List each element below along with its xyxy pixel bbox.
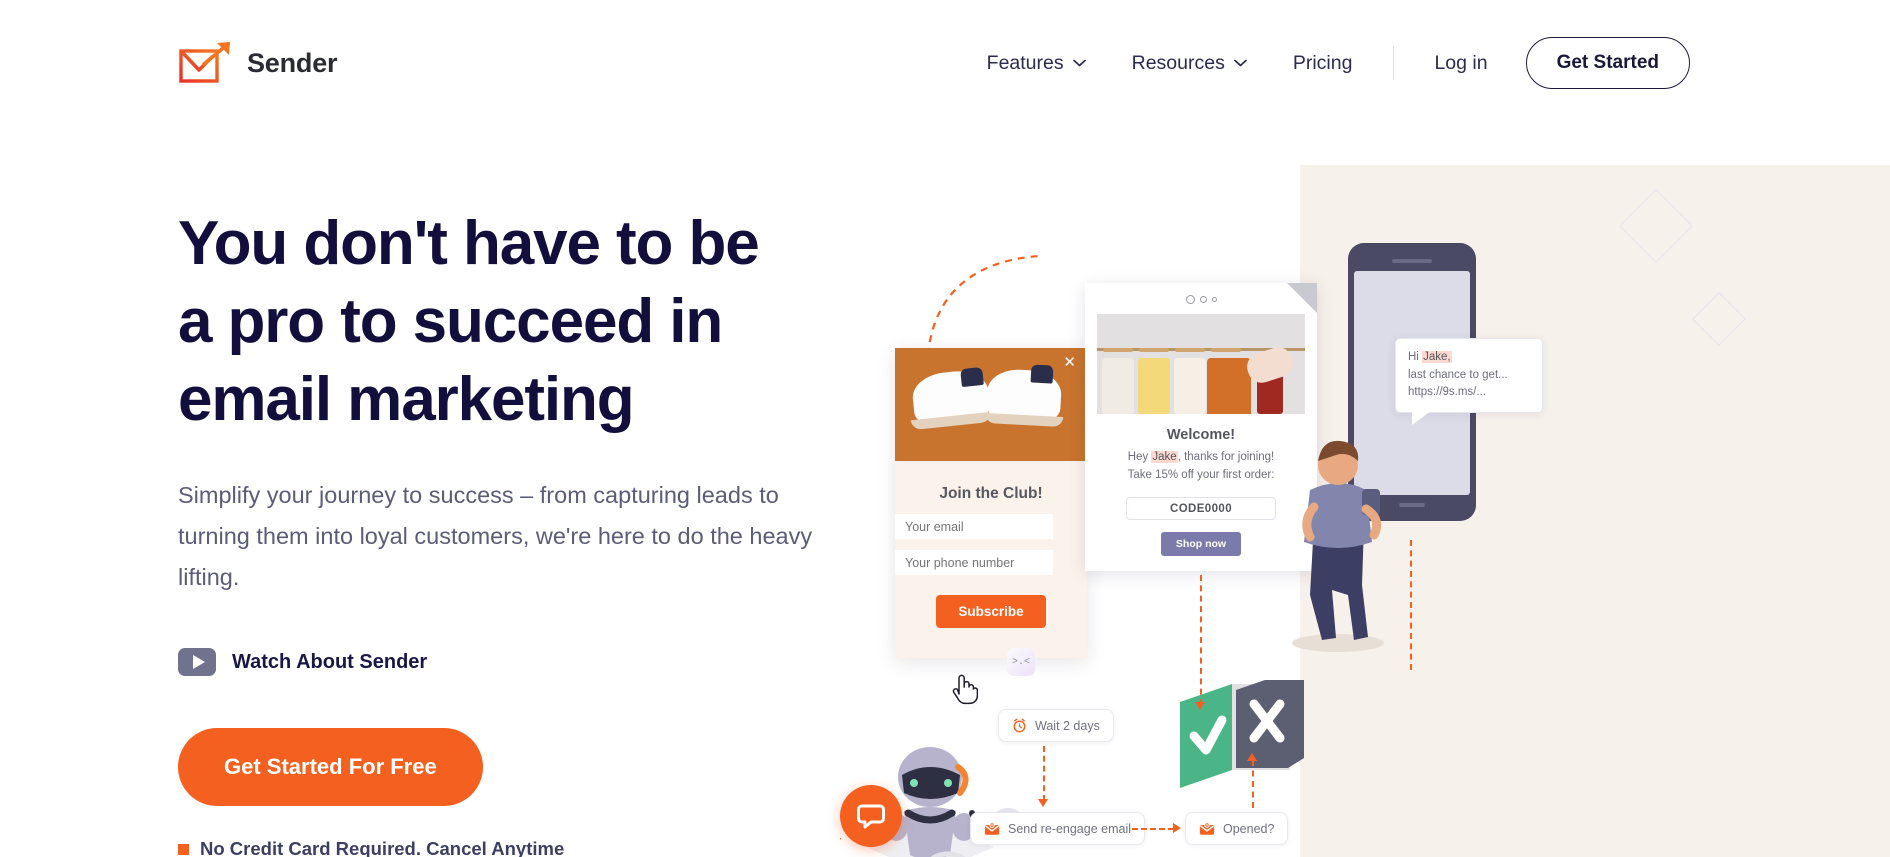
chevron-down-icon — [1072, 59, 1086, 67]
workflow-node-wait[interactable]: Wait 2 days — [998, 709, 1114, 742]
workflow-opened-label: Opened? — [1223, 821, 1275, 836]
nav-item-resources[interactable]: Resources — [1109, 52, 1270, 75]
nav-pricing-label: Pricing — [1292, 51, 1353, 74]
alarm-clock-icon — [1013, 718, 1026, 733]
main-navigation: Features Resources Pricing Log in Get St… — [964, 37, 1690, 89]
arrow-up-icon — [1247, 753, 1257, 761]
landing-page: Sender Features Resources Pricing Log in — [0, 0, 1890, 857]
sender-logo-icon — [179, 42, 230, 83]
sms-bubble: Hi Jake, last chance to get... https://9… — [1395, 338, 1543, 425]
emoticon-badge: >.< — [1007, 648, 1035, 676]
site-header: Sender Features Resources Pricing Log in — [0, 0, 1890, 110]
popup-product-image: ✕ — [895, 348, 1087, 461]
sms-line-3: https://9s.ms/... — [1408, 386, 1486, 398]
sms-name-highlight: Jake, — [1422, 351, 1452, 363]
email-name-highlight: Jake — [1151, 451, 1178, 463]
connector-send-to-opened — [1132, 828, 1174, 830]
nav-features-label: Features — [986, 51, 1064, 74]
cursor-pointer-icon — [952, 674, 978, 705]
hero-copy: You don't have to be a pro to succeed in… — [178, 205, 858, 857]
workflow-node-send[interactable]: Send re-engage email — [970, 812, 1145, 845]
nav-item-features[interactable]: Features — [964, 52, 1109, 75]
get-started-free-button[interactable]: Get Started For Free — [178, 728, 483, 806]
chevron-down-icon — [1233, 59, 1247, 67]
workflow-node-opened[interactable]: Opened? — [1185, 812, 1289, 845]
nav-resources-label: Resources — [1131, 51, 1225, 74]
connector-phone-down — [1410, 540, 1412, 670]
popup-card: ✕ Join the Club! Subscribe — [895, 348, 1087, 658]
page-fold-decoration — [1287, 283, 1317, 313]
bullet-icon — [178, 843, 189, 855]
hero-subheadline: Simplify your journey to success – from … — [178, 482, 813, 590]
headline-line-2: a pro to succeed in — [178, 287, 723, 356]
hero-illustration: ✕ Join the Club! Subscribe — [840, 0, 1890, 857]
arrow-down-icon — [1038, 799, 1048, 807]
arrow-down-icon — [1195, 702, 1205, 710]
play-icon — [178, 648, 216, 676]
workflow-wait-label: Wait 2 days — [1035, 718, 1100, 733]
chat-bubble-icon — [857, 804, 885, 829]
email-dots-decoration — [1085, 283, 1317, 304]
close-icon[interactable]: ✕ — [1063, 355, 1076, 370]
get-started-button[interactable]: Get Started — [1525, 37, 1690, 89]
email-greeting-post: , thanks for joining! — [1177, 451, 1275, 463]
popup-email-input[interactable] — [895, 514, 1053, 539]
headline-line-3: email marketing — [178, 365, 635, 434]
popup-title: Join the Club! — [939, 485, 1043, 502]
sms-line-1: Hi Jake, — [1408, 351, 1452, 363]
site-logo[interactable]: Sender — [178, 40, 338, 86]
workflow-send-label: Send re-engage email — [1008, 821, 1131, 836]
no-credit-card-text: No Credit Card Required. Cancel Anytime — [200, 838, 565, 857]
nav-divider — [1393, 46, 1395, 80]
person-illustration — [1292, 440, 1384, 652]
sms-line-2: last chance to get... — [1408, 368, 1508, 381]
email-hero-image — [1097, 314, 1305, 414]
shop-now-button[interactable]: Shop now — [1160, 532, 1242, 556]
promo-code: CODE0000 — [1126, 497, 1276, 520]
headline-line-1: You don't have to be — [178, 209, 760, 278]
popup-subscribe-button[interactable]: Subscribe — [936, 595, 1046, 628]
envelope-icon — [1199, 821, 1215, 835]
arrow-right-icon — [1173, 823, 1181, 833]
watch-video-label: Watch About Sender — [232, 650, 428, 673]
connector-opened-to-decision — [1252, 760, 1254, 808]
popup-phone-input[interactable] — [895, 550, 1053, 575]
no-credit-card-note: No Credit Card Required. Cancel Anytime — [178, 838, 858, 857]
chat-widget-button[interactable] — [840, 785, 902, 847]
connector-email-to-wait — [1200, 575, 1202, 705]
watch-video-button[interactable]: Watch About Sender — [178, 648, 427, 676]
nav-item-pricing[interactable]: Pricing — [1270, 52, 1376, 75]
page-title: You don't have to be a pro to succeed in… — [178, 205, 858, 439]
connector-wait-to-send — [1043, 746, 1045, 801]
email-greeting-pre: Hey — [1127, 451, 1152, 463]
logo-text: Sender — [247, 47, 338, 78]
envelope-icon — [984, 821, 1000, 835]
login-link[interactable]: Log in — [1412, 52, 1509, 75]
